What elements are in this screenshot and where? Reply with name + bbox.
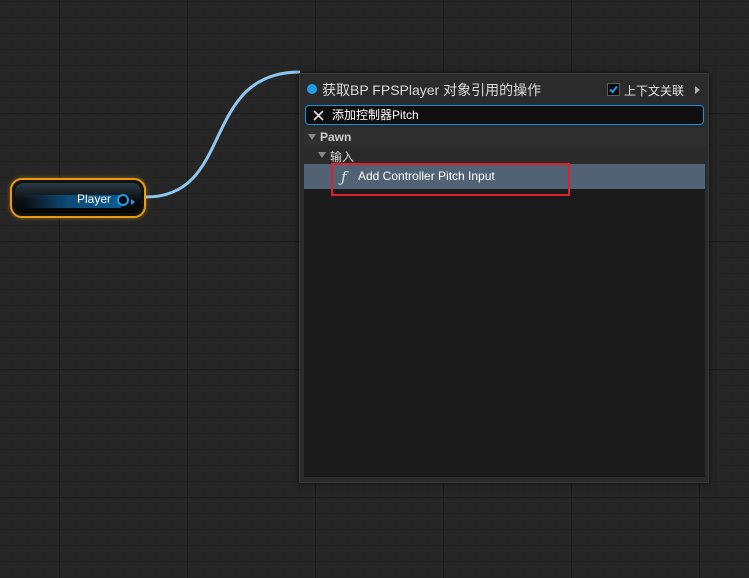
- menu-title: 获取BP FPSPlayer 对象引用的操作: [322, 82, 542, 98]
- close-icon[interactable]: [312, 109, 325, 122]
- output-pin-icon[interactable]: [117, 194, 129, 206]
- action-list: Pawn 输入 ƒ Add Controller Pitch Input: [304, 128, 705, 477]
- menu-header: 获取BP FPSPlayer 对象引用的操作 上下文关联: [300, 74, 708, 104]
- context-sensitive-checkbox[interactable]: [607, 83, 620, 96]
- search-box[interactable]: [305, 105, 704, 125]
- context-sensitive-label[interactable]: 上下文关联: [624, 82, 684, 99]
- collapse-triangle-icon[interactable]: [318, 152, 326, 158]
- expand-arrow-icon[interactable]: [695, 86, 700, 94]
- player-variable-node[interactable]: Player: [10, 178, 146, 218]
- blueprint-action-menu: 获取BP FPSPlayer 对象引用的操作 上下文关联 Pawn 输入 ƒ A…: [299, 73, 709, 483]
- checkmark-icon: [609, 85, 618, 94]
- category-label: Pawn: [320, 130, 352, 144]
- category-pawn[interactable]: Pawn: [304, 128, 705, 146]
- action-item-add-controller-pitch-input[interactable]: ƒ Add Controller Pitch Input: [304, 164, 705, 189]
- pin-arrow-icon: [131, 199, 135, 205]
- action-item-label: Add Controller Pitch Input: [358, 169, 495, 183]
- function-icon: ƒ: [341, 168, 347, 186]
- subcategory-input[interactable]: 输入: [304, 146, 705, 164]
- object-reference-dot-icon: [307, 84, 317, 94]
- collapse-triangle-icon[interactable]: [308, 134, 316, 140]
- player-node-label: Player: [76, 192, 111, 206]
- subcategory-label: 输入: [330, 150, 355, 164]
- search-input[interactable]: [332, 106, 692, 124]
